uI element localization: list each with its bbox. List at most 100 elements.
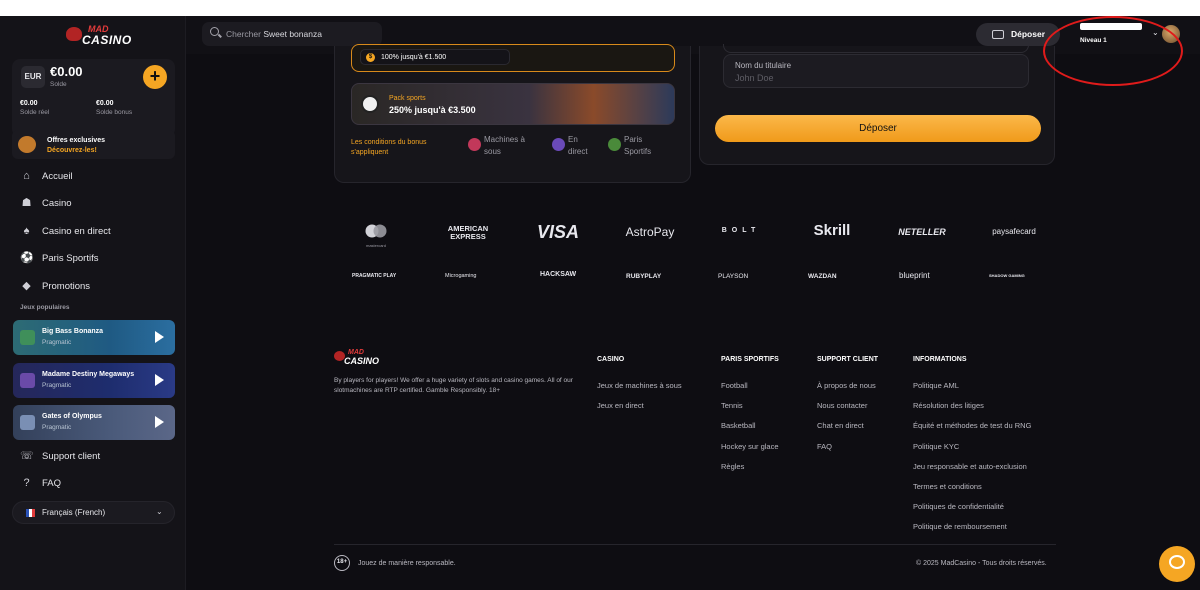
deposit-label: Déposer (1011, 29, 1046, 39)
footer-link[interactable]: Équité et méthodes de test du RNG (913, 421, 1031, 441)
live-icon (552, 138, 565, 151)
amex-logo: AMERICAN EXPRESS (447, 224, 489, 241)
nav-item-accueil[interactable]: ⌂ Accueil (20, 168, 170, 186)
search-suggestion: Sweet bonanza (263, 29, 322, 39)
footer-link[interactable]: Football (721, 381, 779, 401)
exclusive-offers-banner[interactable]: Offres exclusives Découvrez-les! (12, 130, 175, 159)
game-thumbnail (20, 373, 35, 388)
nav-item-sports[interactable]: ⚽ Paris Sportifs (20, 250, 170, 268)
shadow-gaming-logo: SHADOW GAMING (989, 273, 1025, 278)
footer-link[interactable]: À propos de nous (817, 381, 878, 401)
blueprint-logo: blueprint (899, 271, 930, 280)
footer-link[interactable]: Jeu responsable et auto-exclusion (913, 462, 1031, 482)
search-icon (210, 27, 219, 36)
faq-icon: ? (23, 477, 30, 489)
footer-link[interactable]: Chat en direct (817, 421, 878, 441)
bonus-option-sports[interactable]: Pack sports 250% jusqu'à €3.500 (351, 83, 675, 125)
bull-icon (66, 27, 82, 41)
brand-logo[interactable]: MAD CASINO (66, 24, 131, 50)
real-balance-amount: €0.00 (20, 100, 38, 107)
footer-link[interactable]: Politiques de confidentialité (913, 502, 1031, 522)
sports-icon (608, 138, 621, 151)
currency-badge[interactable]: EUR (21, 66, 45, 88)
nav-label: Casino (42, 198, 72, 209)
copyright-text: © 2025 MadCasino - Tous droits réservés. (916, 560, 1047, 567)
footer-column-info: INFORMATIONS Politique AML Résolution de… (913, 356, 1031, 543)
game-provider: Pragmatic (42, 424, 72, 431)
footer-link[interactable]: Basketball (721, 421, 779, 441)
footer-divider (334, 544, 1056, 545)
mastercard-icon (365, 224, 387, 238)
nav-label: Support client (42, 451, 101, 462)
bonus-conditions-link[interactable]: Les conditions du bonus s'appliquent (351, 138, 441, 158)
popular-games-heading: Jeux populaires (20, 304, 70, 311)
search-input[interactable]: Chercher Sweet bonanza (202, 22, 382, 46)
logo-top: MAD (348, 349, 364, 356)
support-icon: ☏ (20, 450, 34, 462)
bonus-balance-label: Solde bonus (96, 109, 133, 116)
nav-item-support[interactable]: ☏ Support client (20, 448, 170, 466)
nav-label: Accueil (42, 171, 73, 182)
playson-logo: PLAYSON (718, 273, 749, 280)
nav-item-promotions[interactable]: ◆ Promotions (20, 278, 170, 296)
footer-heading: CASINO (597, 356, 625, 363)
footer-link[interactable]: Jeux de machines à sous (597, 381, 682, 401)
footer-logo[interactable]: MAD CASINO (334, 349, 394, 369)
live-chat-button[interactable] (1159, 546, 1195, 582)
game-provider: Pragmatic (42, 382, 72, 389)
wazdan-logo: WAZDAN (808, 273, 837, 280)
field-label: Nom du titulaire (735, 61, 792, 70)
footer-link[interactable]: Nous contacter (817, 401, 878, 421)
footer-link[interactable]: Politique KYC (913, 442, 1031, 462)
game-card[interactable]: Madame Destiny Megaways Pragmatic (13, 363, 175, 398)
nav-item-faq[interactable]: ? FAQ (20, 475, 170, 493)
search-prefix: Chercher (226, 29, 261, 39)
footer-heading: PARIS SPORTIFS (721, 356, 779, 363)
payment-label: mastercard (365, 243, 386, 248)
rubyplay-logo: RUBYPLAY (626, 273, 662, 280)
real-balance: €0.00 Solde réel (20, 100, 49, 116)
bonus-pill: $ 100% jusqu'à €1.500 (360, 49, 510, 65)
nav-label: FAQ (42, 478, 62, 489)
microgaming-logo: Microgaming (445, 273, 477, 279)
footer-link[interactable]: Résolution des litiges (913, 401, 1031, 421)
footer-link[interactable]: Politique AML (913, 381, 1031, 401)
footer-link[interactable]: FAQ (817, 442, 878, 462)
play-icon[interactable] (155, 416, 164, 428)
cardholder-name-field[interactable]: Nom du titulaire John Doe (723, 54, 1029, 88)
nav-item-live-casino[interactable]: ♠ Casino en direct (20, 223, 170, 241)
sports-bonus-offer: 250% jusqu'à €3.500 (389, 105, 476, 115)
language-label: Français (French) (42, 508, 106, 517)
game-card[interactable]: Big Bass Bonanza Pragmatic (13, 320, 175, 355)
footer-description: By players for players! We offer a huge … (334, 377, 573, 394)
footer-link[interactable]: Règles (721, 462, 779, 482)
footer-link[interactable]: Politique de remboursement (913, 522, 1031, 542)
footer-link[interactable]: Tennis (721, 401, 779, 421)
play-icon[interactable] (155, 331, 164, 343)
play-icon[interactable] (155, 374, 164, 386)
home-icon: ⌂ (23, 170, 30, 182)
nav-item-casino[interactable]: ☗ Casino (20, 195, 170, 213)
age-restriction-badge: 18+ (334, 555, 350, 571)
add-funds-button[interactable]: + (143, 65, 167, 89)
language-selector[interactable]: Français (French) ⌄ (12, 501, 175, 524)
france-flag-icon (26, 509, 35, 517)
bonus-balance: €0.00 Solde bonus (96, 100, 132, 116)
offers-cta: Découvrez-les! (47, 147, 97, 154)
hacksaw-logo: HACKSAW (540, 271, 577, 278)
game-provider: Pragmatic (42, 339, 72, 346)
footer-column-sports: PARIS SPORTIFS Football Tennis Basketbal… (721, 356, 779, 482)
footer-link[interactable]: Jeux en direct (597, 401, 682, 421)
game-card[interactable]: Gates of Olympus Pragmatic (13, 405, 175, 440)
app-window: MAD CASINO EUR €0.00 Solde + €0.00 Solde… (0, 16, 1200, 590)
game-thumbnail (20, 415, 35, 430)
bonus-selection-card: $ 100% jusqu'à €1.500 Pack sports 250% j… (334, 44, 691, 183)
submit-deposit-button[interactable]: Déposer (715, 115, 1041, 142)
footer-link[interactable]: Hockey sur glace (721, 442, 779, 462)
sidebar: MAD CASINO EUR €0.00 Solde + €0.00 Solde… (0, 16, 186, 590)
footer-link[interactable]: Termes et conditions (913, 482, 1031, 502)
wallet-icon (992, 30, 1004, 39)
bonus-option-welcome[interactable]: $ 100% jusqu'à €1.500 (351, 44, 675, 72)
nav-label: Paris Sportifs (42, 253, 99, 264)
previous-field (723, 44, 1029, 53)
